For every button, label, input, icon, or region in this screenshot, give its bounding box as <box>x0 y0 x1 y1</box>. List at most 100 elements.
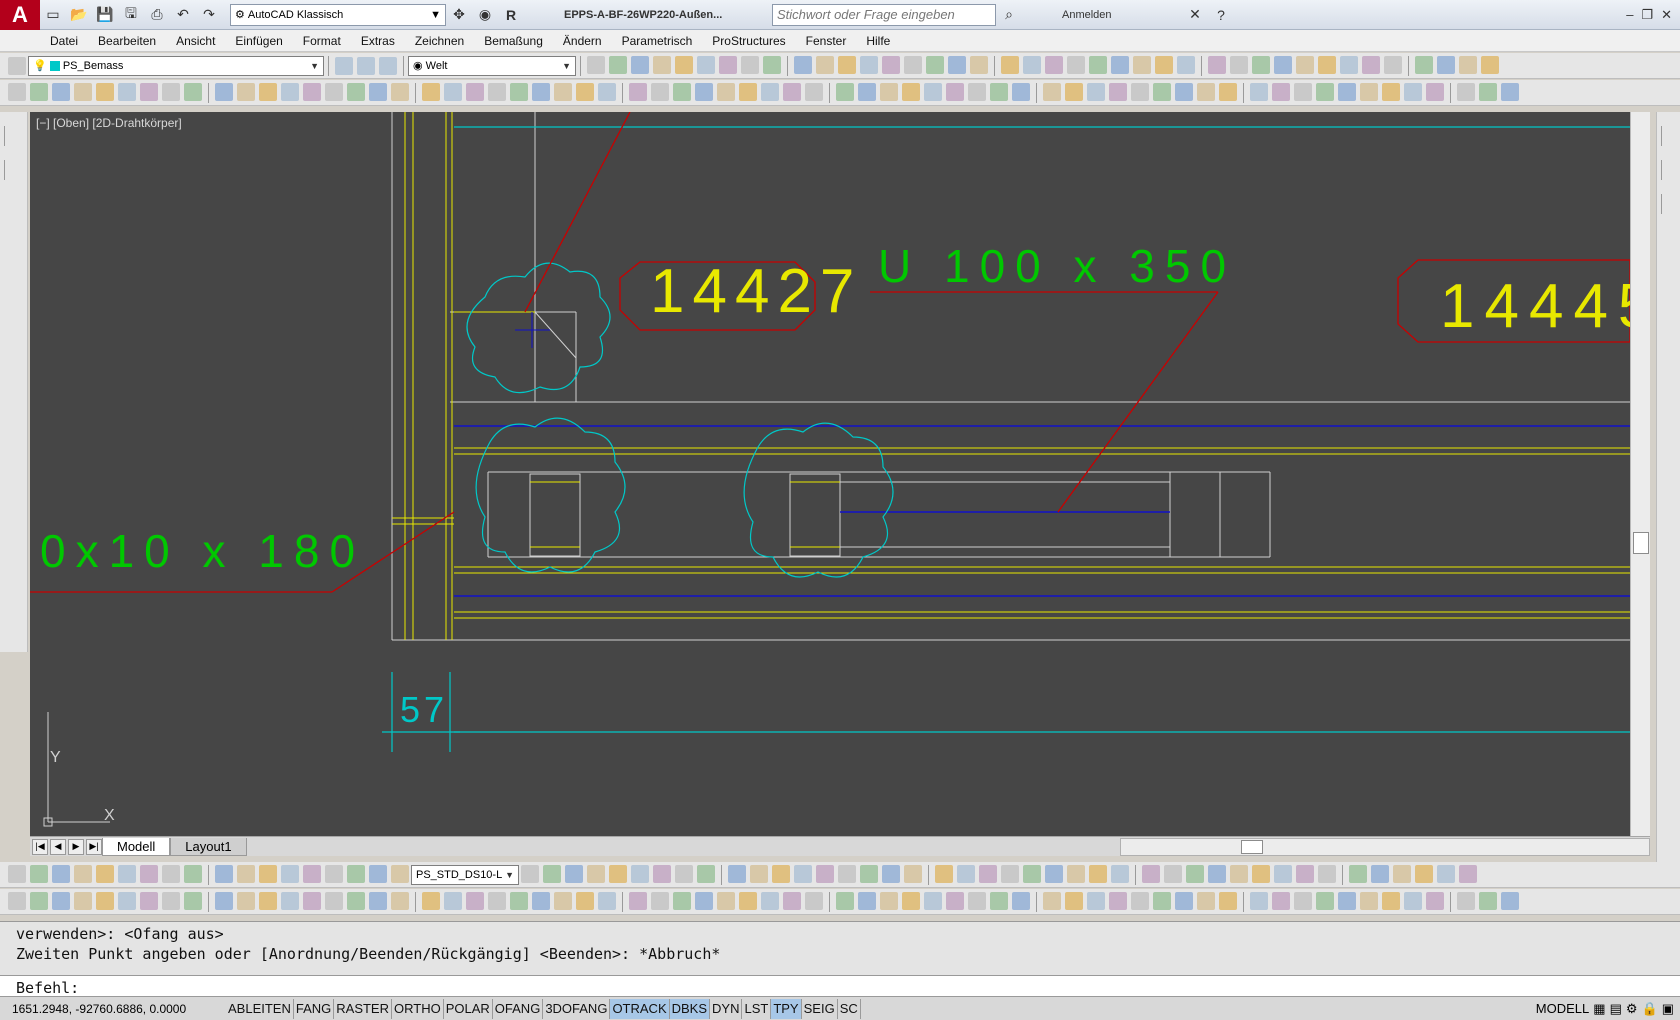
structure-tool-icon[interactable] <box>30 891 48 910</box>
tool-icon[interactable] <box>904 864 922 883</box>
minimize-icon[interactable]: – <box>1626 7 1633 23</box>
tool-icon[interactable] <box>576 82 594 101</box>
tool-icon[interactable] <box>1175 82 1193 101</box>
dimension-tool-icon[interactable] <box>215 864 233 883</box>
structure-tool-icon[interactable] <box>836 891 854 910</box>
structure-tool-icon[interactable] <box>1294 891 1312 910</box>
tool-icon[interactable] <box>763 55 781 74</box>
status-toggle-ableiten[interactable]: ABLEITEN <box>226 998 294 1019</box>
tool-icon[interactable] <box>609 55 627 74</box>
quick-view-layouts-icon[interactable]: ▦ <box>1593 1001 1605 1017</box>
next-tab-icon[interactable]: ▶ <box>68 838 84 855</box>
tool-icon[interactable] <box>816 864 834 883</box>
help-icon[interactable]: ? <box>1210 4 1232 26</box>
first-tab-icon[interactable]: |◀ <box>32 838 48 855</box>
tool-icon[interactable] <box>162 82 180 101</box>
tool-icon[interactable] <box>1437 864 1455 883</box>
menu-item[interactable]: Zeichnen <box>405 34 474 48</box>
tool-icon[interactable] <box>1316 82 1334 101</box>
dimension-tool-icon[interactable] <box>8 864 26 883</box>
tool-icon[interactable] <box>1426 82 1444 101</box>
menu-item[interactable]: Ändern <box>553 34 612 48</box>
tool-icon[interactable] <box>1012 82 1030 101</box>
new-icon[interactable]: ▭ <box>42 4 64 26</box>
tool-icon[interactable] <box>1067 864 1085 883</box>
structure-tool-icon[interactable] <box>215 891 233 910</box>
tool-icon[interactable] <box>719 55 737 74</box>
tool-icon[interactable] <box>1177 55 1195 74</box>
status-toggle-raster[interactable]: RASTER <box>334 998 392 1019</box>
restore-icon[interactable]: ❐ <box>1641 7 1653 23</box>
tool-icon[interactable] <box>1089 864 1107 883</box>
lock-icon[interactable]: 🔒 <box>1642 1001 1658 1017</box>
tool-icon[interactable] <box>1382 82 1400 101</box>
structure-tool-icon[interactable] <box>118 891 136 910</box>
dimension-tool-icon[interactable] <box>162 864 180 883</box>
structure-tool-icon[interactable] <box>1065 891 1083 910</box>
structure-tool-icon[interactable] <box>924 891 942 910</box>
structure-tool-icon[interactable] <box>1426 891 1444 910</box>
tool-icon[interactable] <box>1338 82 1356 101</box>
save-as-icon[interactable]: 🖫 <box>120 4 142 26</box>
tool-icon[interactable] <box>926 55 944 74</box>
tool-icon[interactable] <box>1023 55 1041 74</box>
dimension-tool-icon[interactable] <box>281 864 299 883</box>
tool-icon[interactable] <box>880 82 898 101</box>
drawing-viewport[interactable]: 14427 14445 U 100 x 350 0x10 x 180 57 Y … <box>30 112 1630 836</box>
workspace-switch-icon[interactable]: ⚙ <box>1626 1001 1638 1017</box>
tool-icon[interactable] <box>118 82 136 101</box>
tool-icon[interactable] <box>598 82 616 101</box>
dimension-tool-icon[interactable] <box>237 864 255 883</box>
tool-icon[interactable] <box>554 82 572 101</box>
tool-icon[interactable] <box>52 82 70 101</box>
tool-icon[interactable] <box>8 82 26 101</box>
tool-icon[interactable] <box>902 82 920 101</box>
status-toggle-dbks[interactable]: DBKS <box>669 998 711 1019</box>
tool-icon[interactable] <box>935 864 953 883</box>
structure-tool-icon[interactable] <box>968 891 986 910</box>
r-icon[interactable]: R <box>500 4 522 26</box>
tool-icon[interactable] <box>1155 55 1173 74</box>
tool-icon[interactable] <box>772 864 790 883</box>
structure-tool-icon[interactable] <box>510 891 528 910</box>
tool-icon[interactable] <box>1186 864 1204 883</box>
tool-icon[interactable] <box>369 82 387 101</box>
tool-icon[interactable] <box>1197 82 1215 101</box>
structure-tool-icon[interactable] <box>466 891 484 910</box>
tool-icon[interactable] <box>924 82 942 101</box>
tool-icon[interactable] <box>1067 55 1085 74</box>
tool-icon[interactable] <box>184 82 202 101</box>
pan-icon[interactable]: ✥ <box>448 4 470 26</box>
tool-icon[interactable] <box>717 82 735 101</box>
structure-tool-icon[interactable] <box>576 891 594 910</box>
menu-item[interactable]: Datei <box>40 34 88 48</box>
structure-tool-icon[interactable] <box>1272 891 1290 910</box>
layer-properties-icon[interactable] <box>8 56 26 75</box>
menu-item[interactable]: Hilfe <box>856 34 900 48</box>
structure-tool-icon[interactable] <box>761 891 779 910</box>
viewport-controls-label[interactable]: [−] [Oben] [2D-Drahtkörper] <box>36 116 182 130</box>
tool-icon[interactable] <box>510 82 528 101</box>
tab-model[interactable]: Modell <box>102 837 171 856</box>
layer-unisolate-icon[interactable] <box>379 56 397 75</box>
tool-icon[interactable] <box>1362 55 1380 74</box>
tool-icon[interactable] <box>816 55 834 74</box>
tool-icon[interactable] <box>1296 864 1314 883</box>
tool-icon[interactable] <box>325 82 343 101</box>
tool-icon[interactable] <box>904 55 922 74</box>
status-toggle-dyn[interactable]: DYN <box>710 998 743 1019</box>
structure-tool-icon[interactable] <box>1131 891 1149 910</box>
structure-tool-icon[interactable] <box>598 891 616 910</box>
search-input[interactable]: Stichwort oder Frage eingeben <box>772 3 996 26</box>
structure-tool-icon[interactable] <box>1153 891 1171 910</box>
tool-icon[interactable] <box>1360 82 1378 101</box>
tool-icon[interactable] <box>741 55 759 74</box>
structure-tool-icon[interactable] <box>1197 891 1215 910</box>
tool-icon[interactable] <box>750 864 768 883</box>
tool-icon[interactable] <box>237 82 255 101</box>
menu-item[interactable]: Parametrisch <box>612 34 703 48</box>
tool-icon[interactable] <box>860 55 878 74</box>
structure-tool-icon[interactable] <box>259 891 277 910</box>
tool-icon[interactable] <box>303 82 321 101</box>
tool-icon[interactable] <box>1153 82 1171 101</box>
